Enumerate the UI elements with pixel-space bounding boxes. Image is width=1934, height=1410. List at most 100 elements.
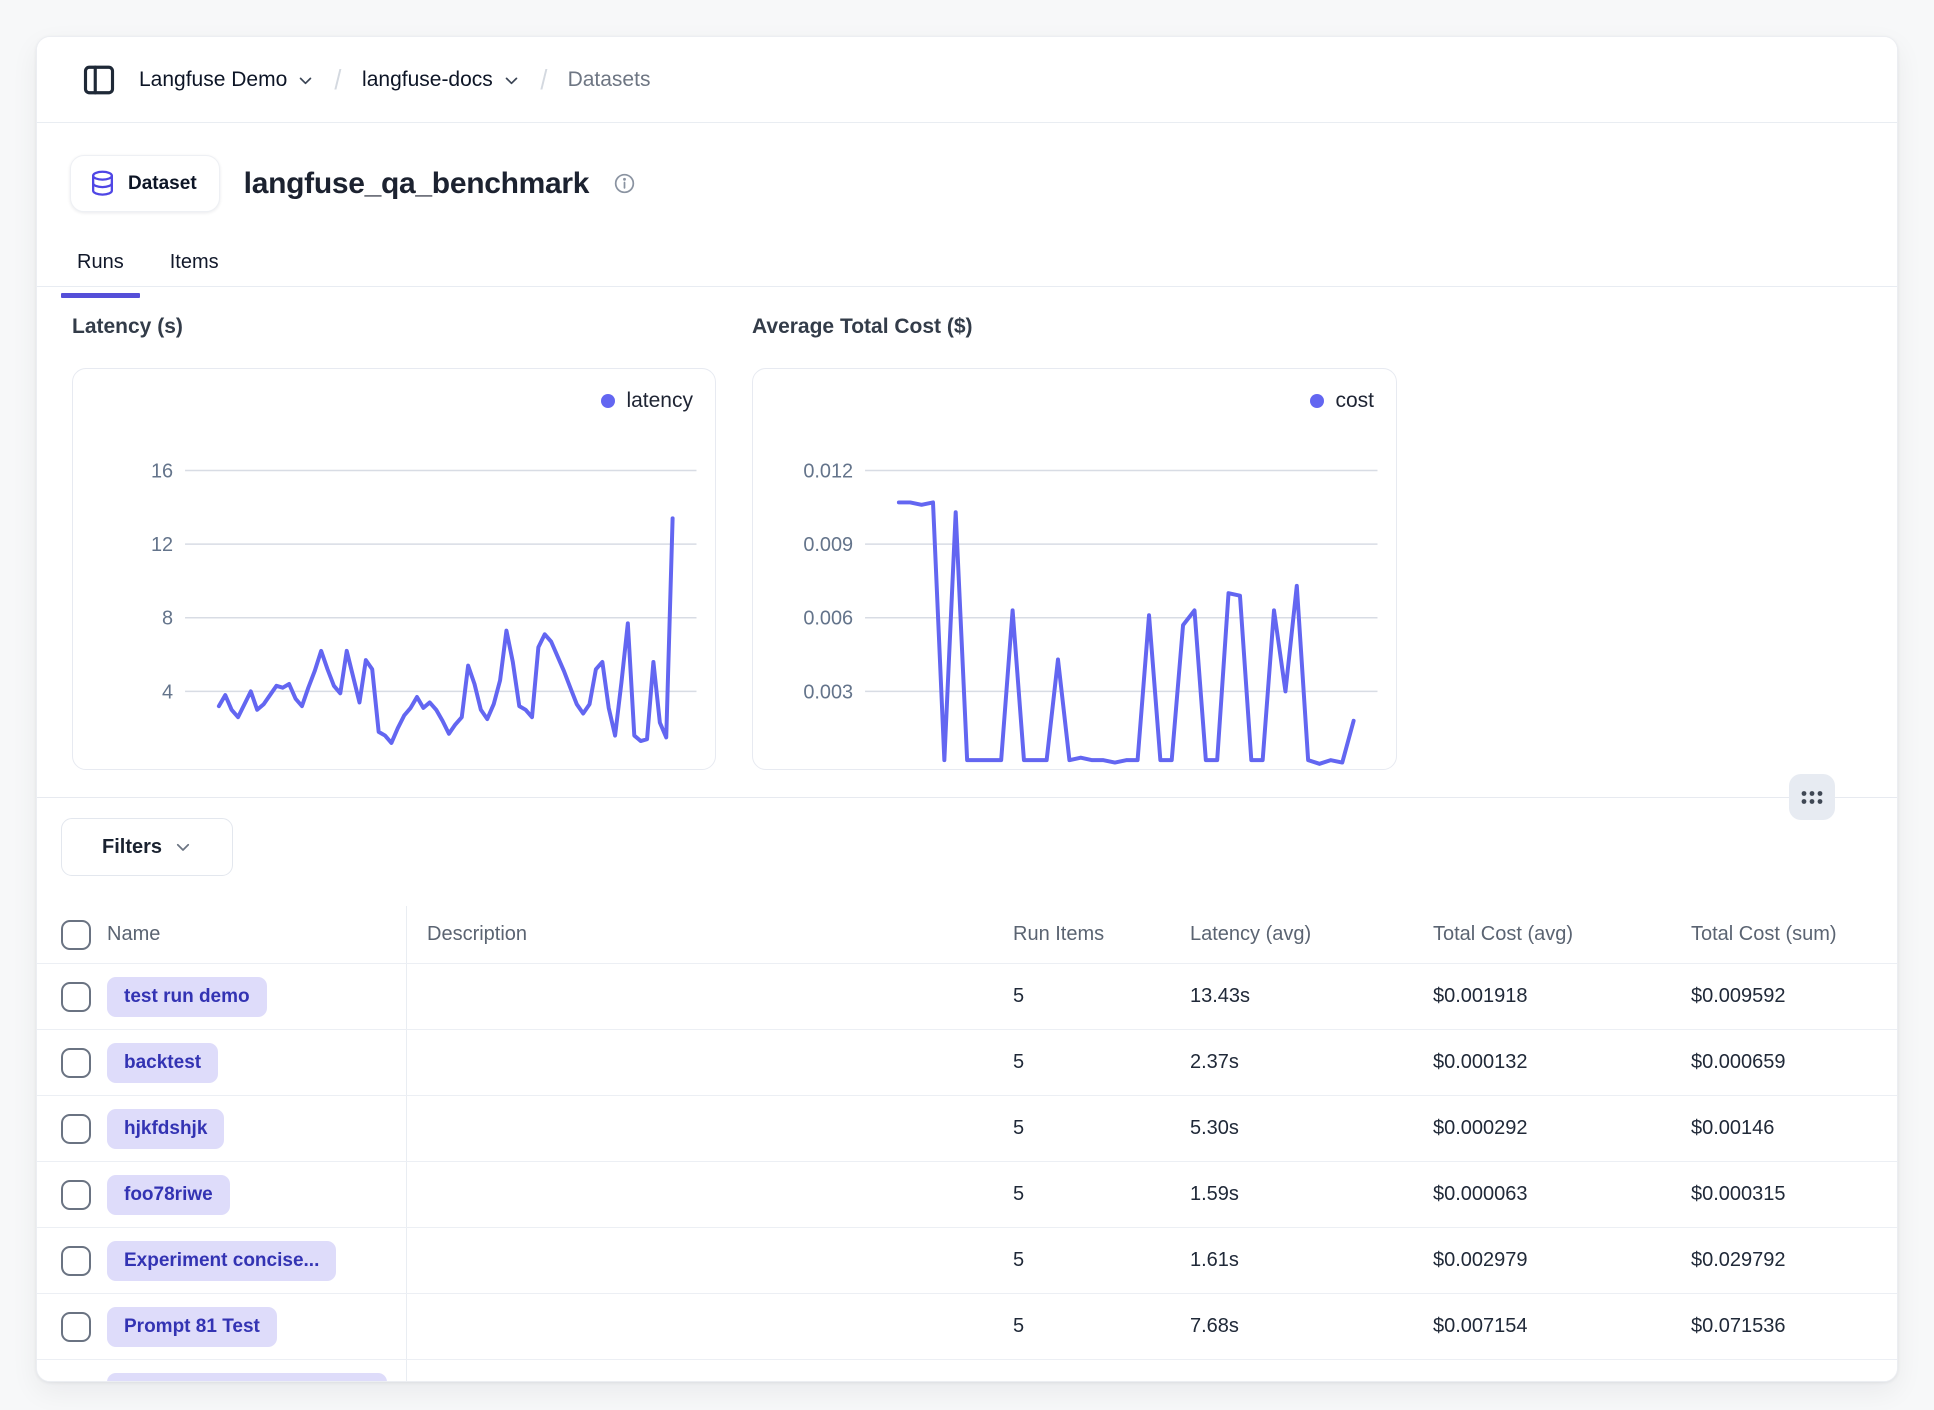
chevron-down-icon xyxy=(174,838,192,856)
cell-latency-avg: 5.30s xyxy=(1190,1117,1433,1140)
resize-drag-handle[interactable] xyxy=(1789,774,1835,820)
run-name-badge[interactable]: backtest xyxy=(107,1043,218,1083)
column-header-run-items: Run Items xyxy=(1013,923,1190,946)
row-checkbox[interactable] xyxy=(61,1246,91,1276)
cell-total-cost-sum: $0.00146 xyxy=(1691,1117,1898,1140)
row-checkbox[interactable] xyxy=(61,1180,91,1210)
cell-run-items: 5 xyxy=(1013,1183,1190,1206)
table-body: test run demo513.43s$0.001918$0.009592ba… xyxy=(37,964,1898,1360)
svg-text:0.012: 0.012 xyxy=(803,460,853,482)
breadcrumb: Langfuse Demo / langfuse-docs / Datasets xyxy=(37,37,1897,123)
legend-label: cost xyxy=(1335,389,1374,413)
row-checkbox[interactable] xyxy=(61,1114,91,1144)
svg-text:0.009: 0.009 xyxy=(803,534,853,556)
grid-dots-icon xyxy=(1800,789,1824,806)
legend-dot-icon xyxy=(1310,394,1324,408)
table-row: test run demo 513.43s$0.001918$0.009592 xyxy=(37,964,1898,1030)
cell-run-items: 5 xyxy=(1013,985,1190,1008)
column-header-name: Name xyxy=(107,923,406,946)
cell-total-cost-avg: $0.001918 xyxy=(1433,985,1691,1008)
svg-text:16: 16 xyxy=(151,460,173,482)
legend-label: latency xyxy=(626,389,693,413)
cell-latency-avg: 1.59s xyxy=(1190,1183,1433,1206)
table-row: foo78riwe 51.59s$0.000063$0.000315 xyxy=(37,1162,1898,1228)
run-name-badge[interactable]: Prompt 81 Test xyxy=(107,1307,277,1347)
cell-total-cost-avg: $0.000132 xyxy=(1433,1051,1691,1074)
table-row-partial xyxy=(37,1360,1898,1382)
cell-run-items: 5 xyxy=(1013,1249,1190,1272)
tab-runs[interactable]: Runs xyxy=(61,241,140,296)
run-name-badge[interactable] xyxy=(107,1373,387,1382)
cost-legend: cost xyxy=(1310,389,1374,413)
column-header-total-cost-sum: Total Cost (sum) xyxy=(1691,923,1898,946)
tab-items[interactable]: Items xyxy=(154,241,235,296)
cell-description xyxy=(406,1294,1013,1359)
table-row: backtest52.37s$0.000132$0.000659 xyxy=(37,1030,1898,1096)
latency-chart-plot: 161284 xyxy=(73,369,715,769)
breadcrumb-page[interactable]: Datasets xyxy=(568,68,651,92)
latency-chart: 161284 latency xyxy=(72,368,716,770)
run-name-badge[interactable]: Experiment concise... xyxy=(107,1241,336,1281)
select-all-checkbox[interactable] xyxy=(61,920,91,950)
cell-latency-avg: 7.68s xyxy=(1190,1315,1433,1338)
filters-label: Filters xyxy=(102,836,162,859)
cell-description xyxy=(406,1162,1013,1227)
run-name-badge[interactable]: test run demo xyxy=(107,977,267,1017)
cost-chart-plot: 0.0120.0090.0060.003 xyxy=(753,369,1396,769)
cell-run-items: 5 xyxy=(1013,1051,1190,1074)
info-icon[interactable] xyxy=(613,172,636,195)
cell-total-cost-avg: $0.002979 xyxy=(1433,1249,1691,1272)
section-divider xyxy=(37,797,1897,798)
cell-total-cost-sum: $0.000315 xyxy=(1691,1183,1898,1206)
dataset-type-badge: Dataset xyxy=(70,155,220,212)
legend-dot-icon xyxy=(601,394,615,408)
row-checkbox[interactable] xyxy=(61,1048,91,1078)
column-header-total-cost-avg: Total Cost (avg) xyxy=(1433,923,1691,946)
table-row: Prompt 81 Test 57.68s$0.007154$0.071536 xyxy=(37,1294,1898,1360)
project-label: langfuse-docs xyxy=(362,68,493,92)
latency-line xyxy=(219,518,673,743)
cell-total-cost-avg: $0.000063 xyxy=(1433,1183,1691,1206)
cell-total-cost-avg: $0.007154 xyxy=(1433,1315,1691,1338)
filters-button[interactable]: Filters xyxy=(61,818,233,876)
cost-line xyxy=(899,502,1354,763)
breadcrumb-org[interactable]: Langfuse Demo xyxy=(139,68,314,92)
dataset-header: Dataset langfuse_qa_benchmark xyxy=(70,155,636,212)
cell-description xyxy=(406,1228,1013,1293)
latency-chart-title: Latency (s) xyxy=(72,315,183,339)
row-checkbox[interactable] xyxy=(61,1312,91,1342)
run-name-badge[interactable]: foo78riwe xyxy=(107,1175,230,1215)
run-name-badge[interactable]: hjkfdshjk xyxy=(107,1109,224,1149)
cell-latency-avg: 2.37s xyxy=(1190,1051,1433,1074)
cell-description xyxy=(406,1030,1013,1095)
breadcrumb-project[interactable]: langfuse-docs xyxy=(362,68,520,92)
page-title: langfuse_qa_benchmark xyxy=(244,167,590,201)
cell-total-cost-sum: $0.009592 xyxy=(1691,985,1898,1008)
breadcrumb-separator: / xyxy=(335,64,342,96)
org-label: Langfuse Demo xyxy=(139,68,287,92)
cost-chart: 0.0120.0090.0060.003 cost xyxy=(752,368,1397,770)
chevron-down-icon xyxy=(503,72,520,89)
dataset-badge-label: Dataset xyxy=(128,173,197,195)
row-checkbox[interactable] xyxy=(61,982,91,1012)
svg-text:8: 8 xyxy=(162,608,173,630)
cell-run-items: 5 xyxy=(1013,1315,1190,1338)
cell-latency-avg: 13.43s xyxy=(1190,985,1433,1008)
panel-left-icon xyxy=(81,62,117,98)
svg-text:12: 12 xyxy=(151,534,173,556)
tab-bar: Runs Items xyxy=(61,241,235,296)
database-icon xyxy=(89,170,116,197)
cell-description xyxy=(406,1096,1013,1161)
latency-legend: latency xyxy=(601,389,693,413)
table-header-row: Name Description Run Items Latency (avg)… xyxy=(37,906,1898,964)
cell-total-cost-sum: $0.071536 xyxy=(1691,1315,1898,1338)
svg-text:0.003: 0.003 xyxy=(803,681,853,703)
cell-description xyxy=(406,964,1013,1029)
table-row: hjkfdshjk55.30s$0.000292$0.00146 xyxy=(37,1096,1898,1162)
cell-total-cost-sum: $0.029792 xyxy=(1691,1249,1898,1272)
sidebar-toggle-button[interactable] xyxy=(79,60,119,100)
column-header-latency-avg: Latency (avg) xyxy=(1190,923,1433,946)
table-row: Experiment concise...51.61s$0.002979$0.0… xyxy=(37,1228,1898,1294)
cell-run-items: 5 xyxy=(1013,1117,1190,1140)
main-panel: Langfuse Demo / langfuse-docs / Datasets… xyxy=(36,36,1898,1382)
